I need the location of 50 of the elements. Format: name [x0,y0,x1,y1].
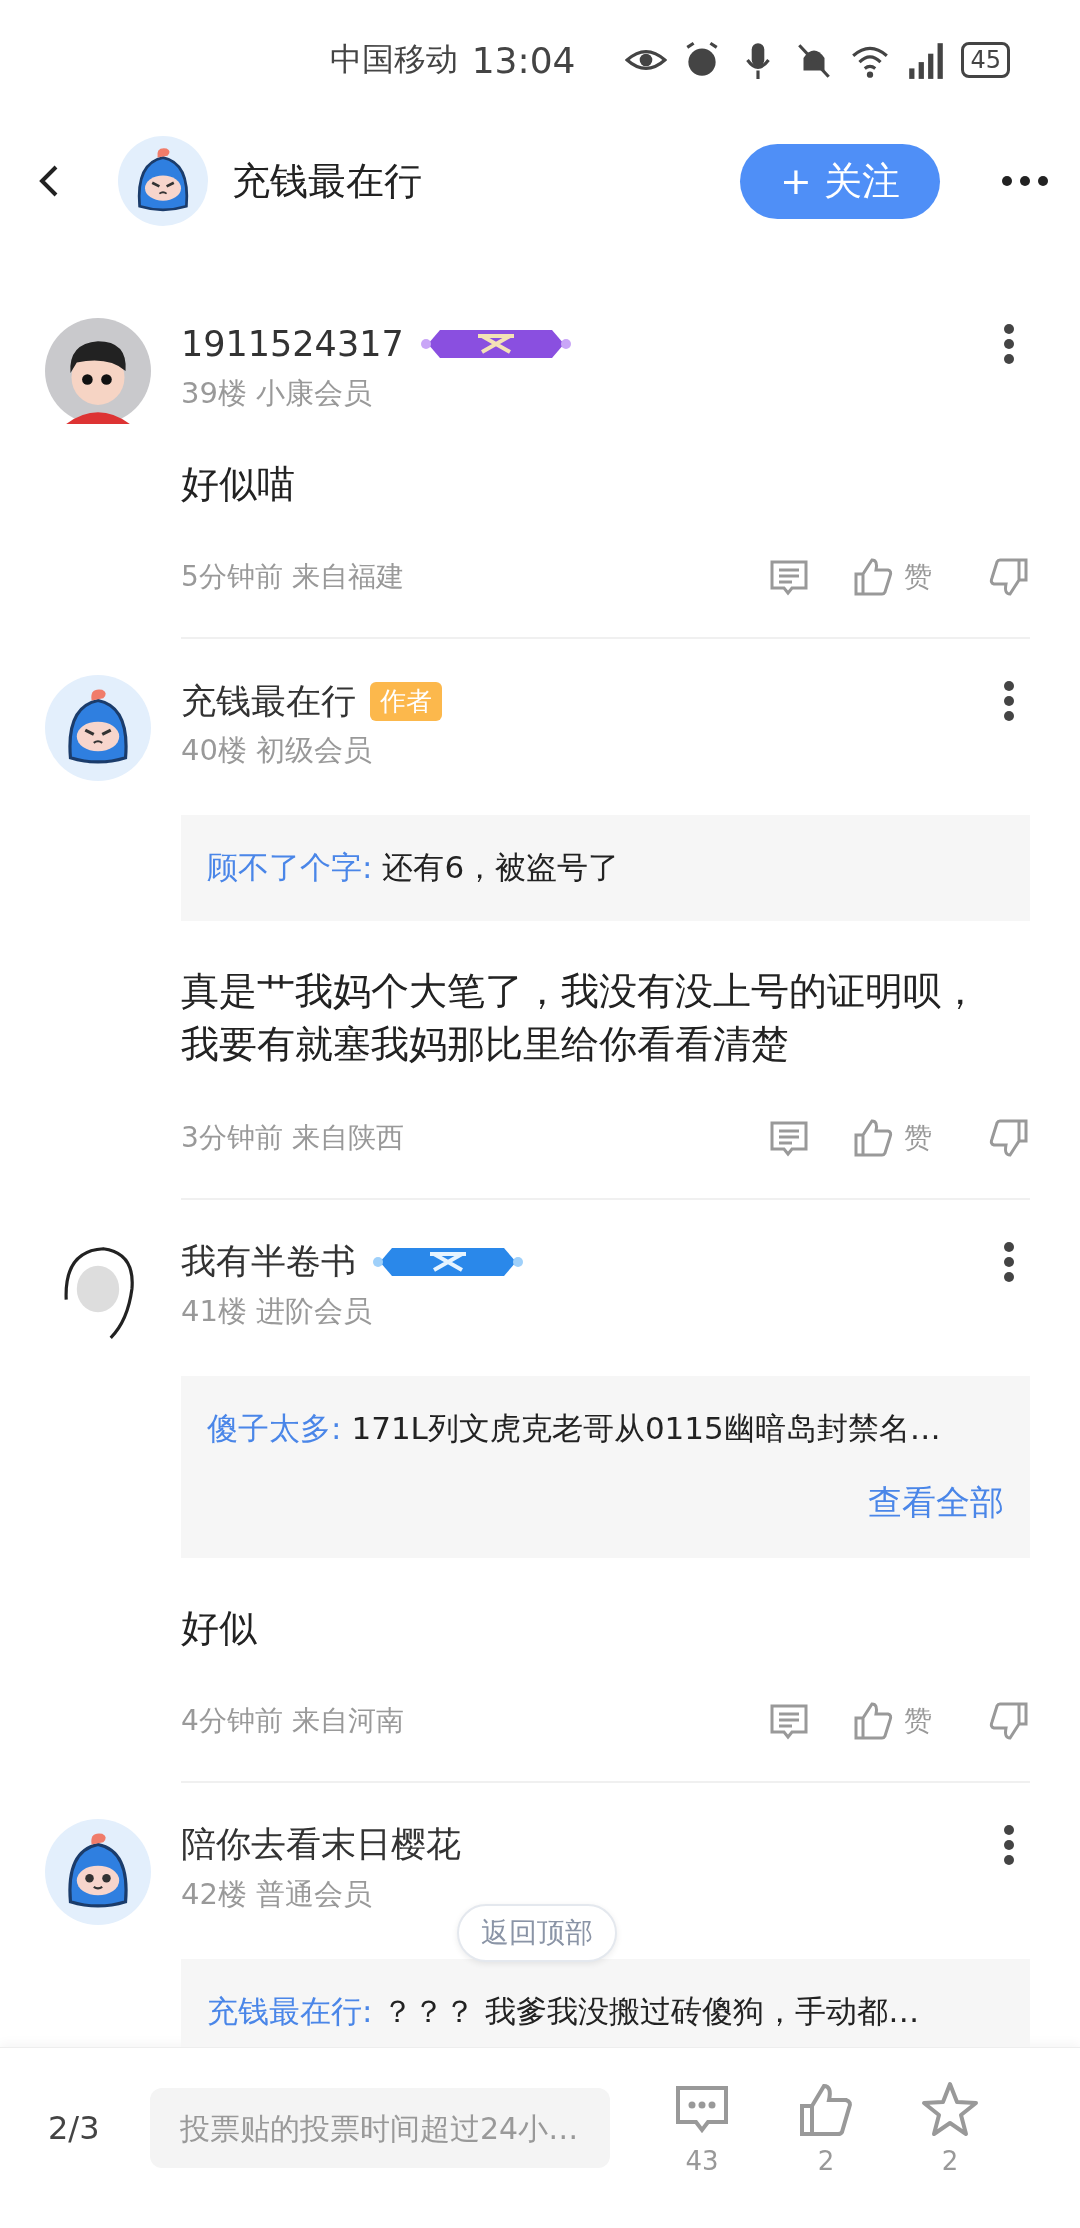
like-count: 2 [817,2146,835,2176]
mascot-avatar[interactable] [45,1818,151,1925]
quoted-text: 171L列文虎克老哥从0115幽暗岛封禁名… [351,1409,941,1446]
thumbs-up-icon[interactable] [852,556,894,599]
mascot-avatar[interactable] [45,675,151,782]
user-name[interactable]: 陪你去看末日樱花 [181,1821,461,1869]
carrier-name: 中国移动 [329,39,458,80]
user-name[interactable]: 1911524317 [181,324,404,364]
more-icon[interactable] [1002,679,1016,724]
floor-info: 42楼 普通会员 [181,1875,373,1913]
post-meta: 5分钟前 来自福建 [181,559,405,596]
favorite-count: 2 [941,2146,959,2176]
quoted-user[interactable]: 傻子太多: [207,1409,342,1446]
post-meta: 3分钟前 来自陕西 [181,1119,405,1156]
reply-input[interactable]: 投票贴的投票时间超过24小… [150,2088,610,2168]
quoted-reply[interactable]: 顾不了个字: 还有6，被盗号了 [181,815,1030,922]
more-icon[interactable] [1002,1822,1016,1867]
back-to-top-tooltip[interactable]: 返回顶部 [457,1904,617,1962]
quoted-user[interactable]: 顾不了个字: [207,849,373,886]
more-icon[interactable] [1000,174,1050,188]
post-meta: 4分钟前 来自河南 [181,1702,405,1739]
floor-info: 39楼 小康会员 [181,375,373,412]
user-name[interactable]: 我有半卷书 [181,1238,356,1286]
floor-info: 41楼 进阶会员 [181,1292,373,1330]
quoted-reply[interactable]: 傻子太多: 171L列文虎克老哥从0115幽暗岛封禁名… 查看全部 [181,1375,1030,1558]
quoted-text: 还有6，被盗号了 [382,849,620,886]
view-all-link[interactable]: 查看全部 [868,1479,1004,1526]
like-label[interactable]: 赞 [904,1118,932,1157]
mascot-avatar[interactable] [118,136,208,226]
more-icon[interactable] [1002,322,1016,366]
more-icon[interactable] [1002,1239,1016,1284]
author-badge: 作者 [370,681,442,721]
user-name[interactable]: 充钱最在行 [181,677,356,725]
post-content: 好似 [181,1604,258,1652]
cartoon-avatar[interactable] [45,318,151,424]
page-title: 充钱最在行 [232,157,423,205]
follow-button[interactable]: + 关注 [740,143,940,219]
like-label[interactable]: 赞 [904,1701,932,1740]
clock-time: 13:04 [471,39,576,81]
quoted-user[interactable]: 充钱最在行: [207,1992,373,2029]
page-indicator[interactable]: 2/3 [48,2109,150,2147]
like-label[interactable]: 赞 [904,558,932,597]
post-content: 好似喵 [181,461,296,508]
thumbs-down-icon[interactable] [988,556,1030,599]
quoted-reply[interactable]: 充钱最在行: ？？？ 我爹我没搬过砖傻狗，手动都… [181,1958,1030,2047]
battery-level: 45 [961,42,1010,78]
quoted-text: ？？？ 我爹我没搬过砖傻狗，手动都… [382,1992,920,2029]
floor-info: 40楼 初级会员 [181,732,373,770]
post-content: 真是艹我妈个大笔了，我没有没上号的证明呗，我要有就塞我妈那比里给你看看清楚 [181,968,980,1069]
comment-count: 43 [685,2146,719,2176]
